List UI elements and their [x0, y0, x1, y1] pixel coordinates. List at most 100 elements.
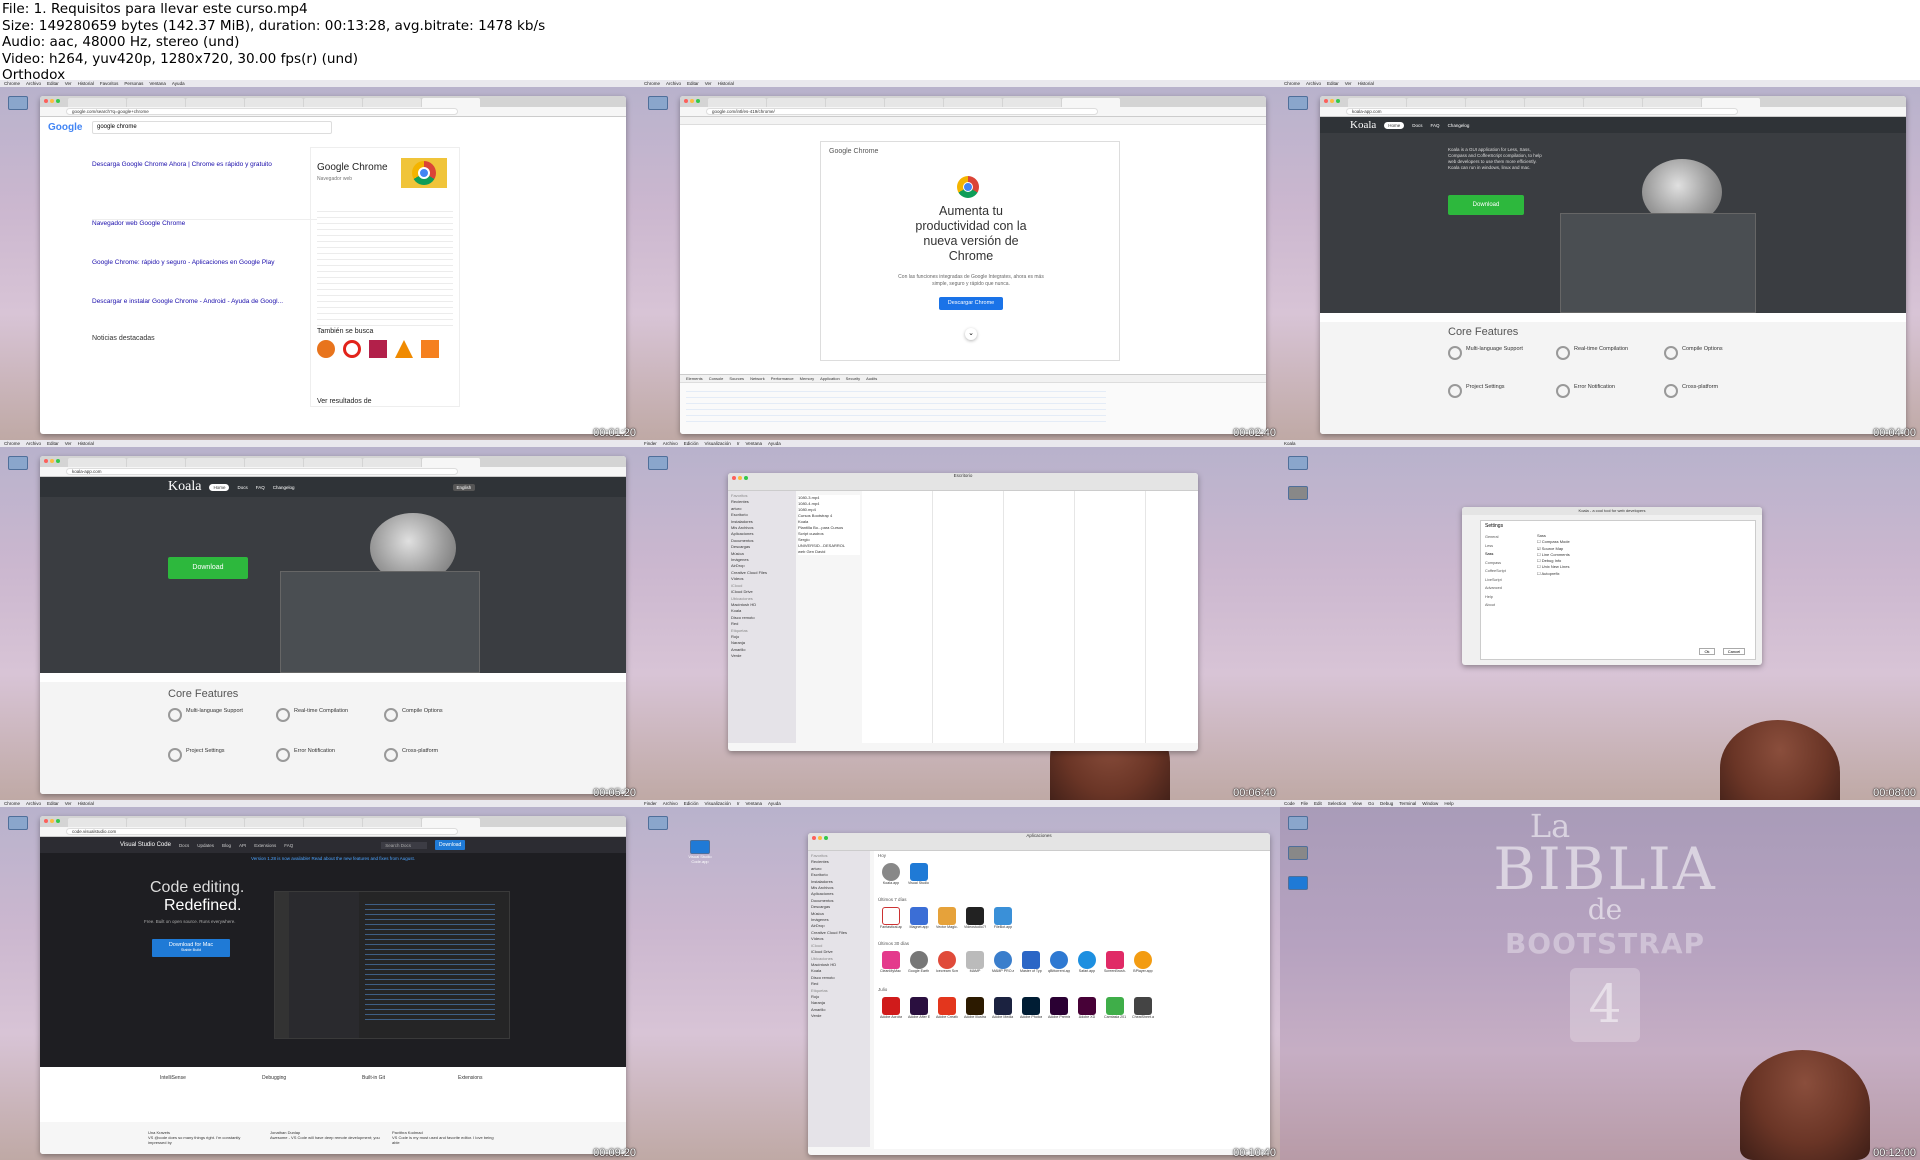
compass-icon — [1556, 346, 1570, 360]
thumbnail-grid: Chrome Archivo Editar Ver Historial Favoritos… — [0, 80, 1920, 1160]
url-field[interactable]: google.com/intl/es-419/chrome/ — [706, 108, 1098, 115]
tab-strip[interactable] — [1320, 96, 1906, 107]
koala-logo[interactable]: Koala — [1350, 119, 1376, 131]
drive-icon — [648, 456, 668, 470]
result-title[interactable]: Descargar e instalar Google Chrome - And… — [92, 298, 332, 305]
ok-button[interactable]: Ok — [1699, 648, 1715, 655]
timestamp: 00:05:20 — [593, 787, 636, 799]
vscode-desktop-icon[interactable]: Visual Studio Code.app — [686, 840, 714, 864]
globe-icon — [168, 708, 182, 722]
tab-strip[interactable] — [40, 816, 626, 827]
url-field[interactable]: google.com/search?q=google+chrome — [66, 108, 458, 115]
thumb-9[interactable]: Code File Edit Selection View Go Debug Terminal… — [1280, 800, 1920, 1160]
address-bar[interactable]: google.com/search?q=google+chrome — [40, 107, 626, 117]
thumb-8[interactable]: Finder Archivo Edición Visualización Ir Venta… — [640, 800, 1280, 1160]
finder-toolbar[interactable]: Escritorio — [728, 473, 1198, 491]
compass-icon — [276, 708, 290, 722]
browser-window: google.com/search?q=google+chrome Google… — [40, 96, 626, 434]
address-bar[interactable]: koala-app.com — [1320, 107, 1906, 117]
download-mac-button[interactable]: Download for Mac Stable Build — [152, 939, 230, 957]
thumb-6[interactable]: Koala Koala - a cool tool for web develo… — [1280, 440, 1920, 800]
window-controls[interactable] — [1324, 99, 1340, 103]
thumb-7[interactable]: Chrome Archivo Editar Ver Historial code.vis… — [0, 800, 640, 1160]
vscode-logo[interactable]: Visual Studio Code — [120, 842, 171, 848]
window-controls[interactable] — [44, 99, 60, 103]
tweets: Una Kravets VS @code does so many things … — [40, 1122, 626, 1154]
window-controls[interactable] — [732, 476, 748, 480]
address-bar[interactable]: koala-app.com — [40, 467, 626, 477]
settings-sections[interactable]: General Less Sass Compass CoffeeScript LiveSc… — [1485, 533, 1525, 610]
url-field[interactable]: koala-app.com — [66, 468, 458, 475]
site-nav: Koala Home Docs FAQ Changelog English — [40, 477, 626, 497]
download-button[interactable]: Download — [1448, 195, 1524, 215]
app-screenshot — [280, 571, 480, 673]
desktop-icon[interactable] — [644, 96, 672, 110]
feature-git[interactable]: Built-in Git — [362, 1075, 385, 1081]
window-controls[interactable] — [812, 836, 828, 840]
download-button[interactable]: Download — [168, 557, 248, 579]
download-chrome-button[interactable]: Descargar Chrome — [939, 297, 1003, 310]
feature-intellisense[interactable]: IntelliSense — [160, 1075, 186, 1081]
core-features: Core Features Multi-language Support Rea… — [1320, 322, 1906, 434]
koala-logo[interactable]: Koala — [168, 479, 201, 495]
knowledge-panel: Google Chrome Navegador web También se b… — [310, 147, 460, 407]
tab-strip[interactable] — [680, 96, 1266, 107]
thumb-4[interactable]: Chrome Archivo Editar Ver Historial koala-ap… — [0, 440, 640, 800]
koala-app-icon[interactable] — [1284, 486, 1312, 500]
finder-sidebar[interactable]: Favoritos Recientes arturo Escritorio Instal… — [808, 851, 870, 1147]
tab-strip[interactable] — [40, 456, 626, 467]
devtools-panel[interactable]: Elements Console Sources Network Performance… — [680, 374, 1266, 434]
column-view[interactable] — [862, 491, 1198, 743]
desktop-icon[interactable] — [1284, 456, 1312, 470]
thumb-5[interactable]: Finder Archivo Edición Visualización Ir Venta… — [640, 440, 1280, 800]
cancel-button[interactable]: Cancel — [1723, 648, 1745, 655]
desktop-icon[interactable] — [1284, 96, 1312, 110]
finder-toolbar[interactable]: Aplicaciones — [808, 833, 1270, 851]
result-title[interactable]: Google Chrome: rápido y seguro - Aplicac… — [92, 259, 332, 266]
window-controls[interactable] — [44, 819, 60, 823]
vscode-app-icon[interactable] — [1284, 876, 1312, 890]
desktop-icon[interactable] — [644, 816, 672, 830]
chevron-down-icon[interactable]: ⌄ — [965, 328, 977, 340]
desktop-icon[interactable] — [1284, 816, 1312, 830]
search-input[interactable]: Search Docs — [381, 841, 428, 849]
search-input[interactable]: google chrome — [92, 121, 332, 134]
language-select[interactable]: English — [452, 483, 476, 491]
thumb-3[interactable]: Chrome Archivo Editar Ver Historial koala-ap… — [1280, 80, 1920, 440]
address-bar[interactable]: google.com/intl/es-419/chrome/ — [680, 107, 1266, 117]
timestamp: 00:02:40 — [1233, 427, 1276, 439]
desktop-icon[interactable] — [4, 816, 32, 830]
koala-app-icon[interactable] — [1284, 846, 1312, 860]
settings-options[interactable]: Sass ☐ Compass Mode ☑ Source Map ☐ Line Co… — [1537, 533, 1570, 577]
app-gallery[interactable]: Hoy Koala.app Visual Studio Code.app Últ… — [874, 851, 1270, 1149]
file-column[interactable]: 1080-3.mp4 1080-4.mp4 1080.mp4 Cursos Boots… — [798, 495, 860, 555]
download-nav-button[interactable]: Download — [435, 840, 466, 850]
info-header: File: 1. Requisitos para llevar este cur… — [0, 0, 1920, 83]
device-toolbar[interactable] — [680, 117, 1266, 125]
desktop-icon[interactable] — [4, 96, 32, 110]
mac-menubar: Chrome Archivo Editar Ver Historial — [640, 80, 1280, 87]
result-title[interactable]: Navegador web Google Chrome — [92, 220, 332, 227]
window-controls[interactable] — [44, 459, 60, 463]
tab-strip[interactable] — [40, 96, 626, 107]
bug-icon — [1556, 384, 1570, 398]
thumb-2[interactable]: Chrome Archivo Editar Ver Historial google.c… — [640, 80, 1280, 440]
url-field[interactable]: koala-app.com — [1346, 108, 1738, 115]
finder-window: Aplicaciones Favoritos Recientes arturo Esc… — [808, 833, 1270, 1155]
desktop-icon[interactable] — [644, 456, 672, 470]
mac-menubar: Code File Edit Selection View Go Debug Terminal… — [1280, 800, 1920, 807]
window-controls[interactable] — [684, 99, 700, 103]
mac-menubar: Finder Archivo Edición Visualización Ir Venta… — [640, 440, 1280, 447]
thumb-1[interactable]: Chrome Archivo Editar Ver Historial Favoritos… — [0, 80, 640, 440]
finder-sidebar[interactable]: Favoritos Recientes arturo Escritorio Instal… — [728, 491, 796, 743]
desktop-icon[interactable] — [4, 456, 32, 470]
result-title[interactable]: Descarga Google Chrome Ahora | Chrome es… — [92, 161, 332, 168]
devtools-tabs[interactable]: Elements Console Sources Network Performance… — [680, 375, 1266, 383]
feature-debugging[interactable]: Debugging — [262, 1075, 286, 1081]
drive-icon — [1288, 96, 1308, 110]
timestamp: 00:04:00 — [1873, 427, 1916, 439]
url-field[interactable]: code.visualstudio.com — [66, 828, 458, 835]
feature-extensions[interactable]: Extensions — [458, 1075, 482, 1081]
device-viewport: Google Chrome Aumenta tu productividad c… — [820, 141, 1120, 361]
address-bar[interactable]: code.visualstudio.com — [40, 827, 626, 837]
